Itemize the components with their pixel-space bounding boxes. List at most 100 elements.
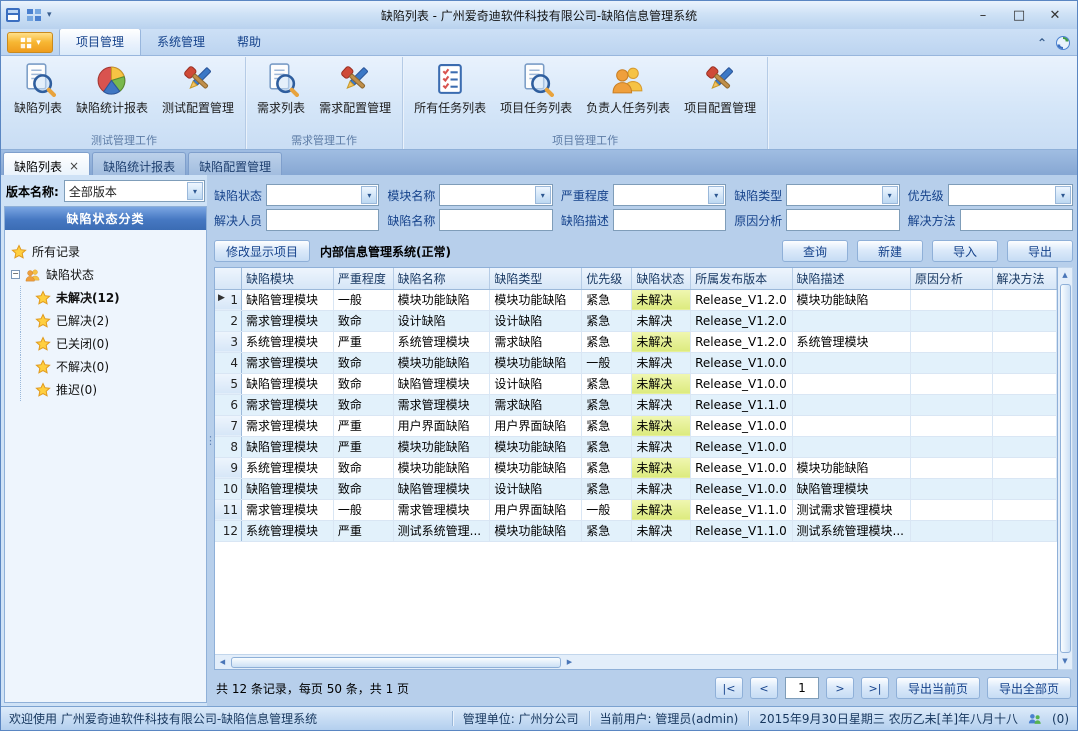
- grid-cell[interactable]: 致命: [333, 310, 393, 331]
- document-tab-1[interactable]: 缺陷统计报表: [92, 152, 186, 175]
- maximize-button[interactable]: □: [1001, 3, 1037, 27]
- grid-cell[interactable]: [792, 415, 910, 436]
- grid-cell[interactable]: 模块功能缺陷: [490, 520, 582, 541]
- export-button[interactable]: 导出: [1007, 240, 1073, 262]
- filter-field-input[interactable]: [614, 210, 725, 230]
- grid-cell[interactable]: 模块功能缺陷: [792, 457, 910, 478]
- filter-field-input[interactable]: [949, 185, 1072, 205]
- grid-cell[interactable]: [910, 310, 992, 331]
- grid-cell[interactable]: 致命: [333, 478, 393, 499]
- filter-dropdown-row1-0[interactable]: ▾: [266, 184, 379, 206]
- grid-cell[interactable]: 致命: [333, 373, 393, 394]
- dropdown-arrow-icon[interactable]: ▾: [535, 186, 551, 204]
- table-row[interactable]: ▶1缺陷管理模块一般模块功能缺陷模块功能缺陷紧急未解决Release_V1.2.…: [215, 289, 1057, 310]
- table-row[interactable]: 8缺陷管理模块严重模块功能缺陷模块功能缺陷紧急未解决Release_V1.0.0: [215, 436, 1057, 457]
- version-dropdown-icon[interactable]: ▾: [187, 182, 203, 200]
- grid-cell[interactable]: [992, 520, 1056, 541]
- column-header-3[interactable]: 缺陷类型: [490, 268, 582, 289]
- grid-cell[interactable]: 紧急: [582, 520, 632, 541]
- grid-cell[interactable]: Release_V1.2.0: [691, 310, 792, 331]
- column-header-0[interactable]: 缺陷模块: [241, 268, 333, 289]
- filter-input-row2-2[interactable]: [613, 209, 726, 231]
- grid-cell[interactable]: Release_V1.0.0: [691, 373, 792, 394]
- grid-cell[interactable]: 模块功能缺陷: [393, 436, 490, 457]
- grid-cell[interactable]: Release_V1.1.0: [691, 394, 792, 415]
- grid-cell[interactable]: 需求管理模块: [241, 394, 333, 415]
- ribbon-item-0-1[interactable]: 缺陷统计报表: [69, 59, 155, 119]
- sidebar-splitter[interactable]: ⋮: [207, 175, 214, 706]
- grid-cell[interactable]: 未解决: [632, 289, 691, 310]
- query-button[interactable]: 查询: [782, 240, 848, 262]
- scroll-right-icon[interactable]: ▶: [562, 658, 577, 666]
- export-all-pages-button[interactable]: 导出全部页: [987, 677, 1071, 699]
- filter-dropdown-row1-2[interactable]: ▾: [613, 184, 726, 206]
- dropdown-arrow-icon[interactable]: ▾: [1055, 186, 1071, 204]
- tab-close-icon[interactable]: ×: [69, 161, 79, 171]
- grid-cell[interactable]: 设计缺陷: [490, 478, 582, 499]
- filter-dropdown-row1-4[interactable]: ▾: [948, 184, 1073, 206]
- filter-input-row2-4[interactable]: [960, 209, 1073, 231]
- grid-cell[interactable]: 模块功能缺陷: [393, 352, 490, 373]
- filter-field-input[interactable]: [787, 210, 898, 230]
- table-row[interactable]: 3系统管理模块严重系统管理模块需求缺陷紧急未解决Release_V1.2.0系统…: [215, 331, 1057, 352]
- grid-cell[interactable]: [910, 331, 992, 352]
- grid-cell[interactable]: 模块功能缺陷: [393, 289, 490, 310]
- filter-input-row2-1[interactable]: [439, 209, 552, 231]
- grid-cell[interactable]: [792, 373, 910, 394]
- grid-cell[interactable]: 测试需求管理模块: [792, 499, 910, 520]
- grid-cell[interactable]: 紧急: [582, 415, 632, 436]
- filter-input-row2-0[interactable]: [266, 209, 379, 231]
- ribbon-item-1-1[interactable]: 需求配置管理: [312, 59, 398, 119]
- column-header-1[interactable]: 严重程度: [333, 268, 393, 289]
- tree-item-3[interactable]: 已解决(2): [20, 309, 202, 332]
- grid-cell[interactable]: 紧急: [582, 478, 632, 499]
- grid-cell[interactable]: [992, 415, 1056, 436]
- grid-cell[interactable]: 系统管理模块: [393, 331, 490, 352]
- grid-cell[interactable]: Release_V1.2.0: [691, 331, 792, 352]
- ribbon-item-0-2[interactable]: 测试配置管理: [155, 59, 241, 119]
- grid-cell[interactable]: [910, 520, 992, 541]
- grid-cell[interactable]: 模块功能缺陷: [393, 457, 490, 478]
- grid-cell[interactable]: 未解决: [632, 457, 691, 478]
- grid-cell[interactable]: 缺陷管理模块: [241, 436, 333, 457]
- table-row[interactable]: 6需求管理模块致命需求管理模块需求缺陷紧急未解决Release_V1.1.0: [215, 394, 1057, 415]
- table-row[interactable]: 5缺陷管理模块致命缺陷管理模块设计缺陷紧急未解决Release_V1.0.0: [215, 373, 1057, 394]
- table-row[interactable]: 12系统管理模块严重测试系统管理...模块功能缺陷紧急未解决Release_V1…: [215, 520, 1057, 541]
- grid-cell[interactable]: [992, 499, 1056, 520]
- table-row[interactable]: 2需求管理模块致命设计缺陷设计缺陷紧急未解决Release_V1.2.0: [215, 310, 1057, 331]
- grid-cell[interactable]: 严重: [333, 415, 393, 436]
- grid-cell[interactable]: 设计缺陷: [490, 310, 582, 331]
- quick-access-dropdown-icon[interactable]: ▾: [47, 10, 52, 20]
- column-header-4[interactable]: 优先级: [582, 268, 632, 289]
- grid-cell[interactable]: [910, 415, 992, 436]
- grid-cell[interactable]: 缺陷管理模块: [393, 478, 490, 499]
- modify-columns-button[interactable]: 修改显示项目: [214, 240, 310, 262]
- tree-item-0[interactable]: 所有记录: [9, 240, 202, 263]
- tree-item-5[interactable]: 不解决(0): [20, 355, 202, 378]
- grid-cell[interactable]: [910, 478, 992, 499]
- app-window-icon[interactable]: [5, 7, 21, 23]
- prev-page-button[interactable]: <: [750, 677, 778, 699]
- grid-cell[interactable]: 一般: [582, 499, 632, 520]
- grid-cell[interactable]: [992, 310, 1056, 331]
- grid-cell[interactable]: 系统管理模块: [241, 457, 333, 478]
- grid-cell[interactable]: 系统管理模块: [241, 331, 333, 352]
- grid-cell[interactable]: 需求管理模块: [241, 352, 333, 373]
- tree-item-1[interactable]: −缺陷状态: [9, 263, 202, 286]
- table-row[interactable]: 9系统管理模块致命模块功能缺陷模块功能缺陷紧急未解决Release_V1.0.0…: [215, 457, 1057, 478]
- grid-cell[interactable]: Release_V1.0.0: [691, 436, 792, 457]
- grid-cell[interactable]: [992, 352, 1056, 373]
- tree-item-2[interactable]: 未解决(12): [20, 286, 202, 309]
- column-header-9[interactable]: 解决方法: [992, 268, 1056, 289]
- scroll-left-icon[interactable]: ◀: [215, 658, 230, 666]
- filter-dropdown-row1-3[interactable]: ▾: [786, 184, 899, 206]
- grid-cell[interactable]: [910, 394, 992, 415]
- grid-cell[interactable]: 模块功能缺陷: [490, 457, 582, 478]
- grid-cell[interactable]: [792, 436, 910, 457]
- grid-cell[interactable]: [792, 352, 910, 373]
- grid-cell[interactable]: 模块功能缺陷: [490, 352, 582, 373]
- grid-cell[interactable]: 未解决: [632, 520, 691, 541]
- column-header-5[interactable]: 缺陷状态: [632, 268, 691, 289]
- filter-field-input[interactable]: [267, 210, 378, 230]
- grid-cell[interactable]: [992, 331, 1056, 352]
